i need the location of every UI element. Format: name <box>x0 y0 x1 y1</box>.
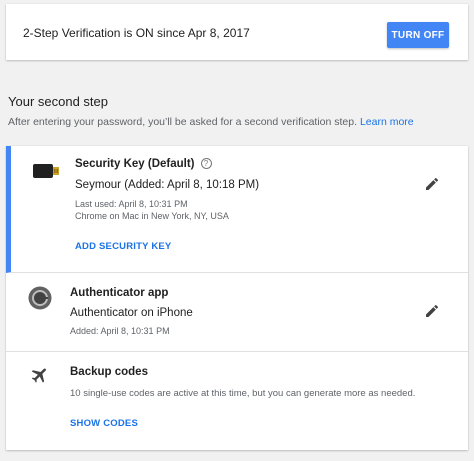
authenticator-title: Authenticator app <box>70 287 169 299</box>
airplane-icon <box>31 368 46 383</box>
verification-status-text: 2-Step Verification is ON since Apr 8, 2… <box>23 26 250 40</box>
second-step-description-text: After entering your password, you’ll be … <box>8 116 358 128</box>
security-key-location: Chrome on Mac in New York, NY, USA <box>75 211 229 221</box>
authenticator-added: Added: April 8, 10:31 PM <box>70 326 170 336</box>
show-codes-link[interactable]: SHOW CODES <box>70 418 138 429</box>
second-step-title: Your second step <box>8 94 108 109</box>
security-key-name: Seymour (Added: April 8, 10:18 PM) <box>75 179 260 191</box>
security-key-row: Security Key (Default)? Seymour (Added: … <box>6 146 468 273</box>
authenticator-row: Authenticator app Authenticator on iPhon… <box>6 273 468 351</box>
usb-key-icon <box>33 164 59 178</box>
security-key-last-used: Last used: April 8, 10:31 PM <box>75 199 188 209</box>
edit-security-key-icon[interactable] <box>424 176 440 192</box>
authenticator-icon <box>28 286 52 310</box>
add-security-key-link[interactable]: ADD SECURITY KEY <box>75 241 171 252</box>
backup-codes-row: Backup codes 10 single-use codes are act… <box>6 352 468 450</box>
backup-codes-description: 10 single-use codes are active at this t… <box>70 388 416 399</box>
security-key-title: Security Key (Default)? <box>75 158 212 170</box>
help-icon[interactable]: ? <box>200 158 212 169</box>
second-step-description: After entering your password, you’ll be … <box>8 116 414 128</box>
backup-codes-title: Backup codes <box>70 366 148 378</box>
status-card: 2-Step Verification is ON since Apr 8, 2… <box>6 4 468 60</box>
authenticator-device: Authenticator on iPhone <box>70 307 193 319</box>
edit-authenticator-icon[interactable] <box>424 303 440 319</box>
second-step-list: Security Key (Default)? Seymour (Added: … <box>6 146 468 450</box>
security-key-title-text: Security Key (Default) <box>75 158 195 170</box>
turn-off-button[interactable]: TURN OFF <box>387 22 449 48</box>
learn-more-link[interactable]: Learn more <box>360 116 414 128</box>
